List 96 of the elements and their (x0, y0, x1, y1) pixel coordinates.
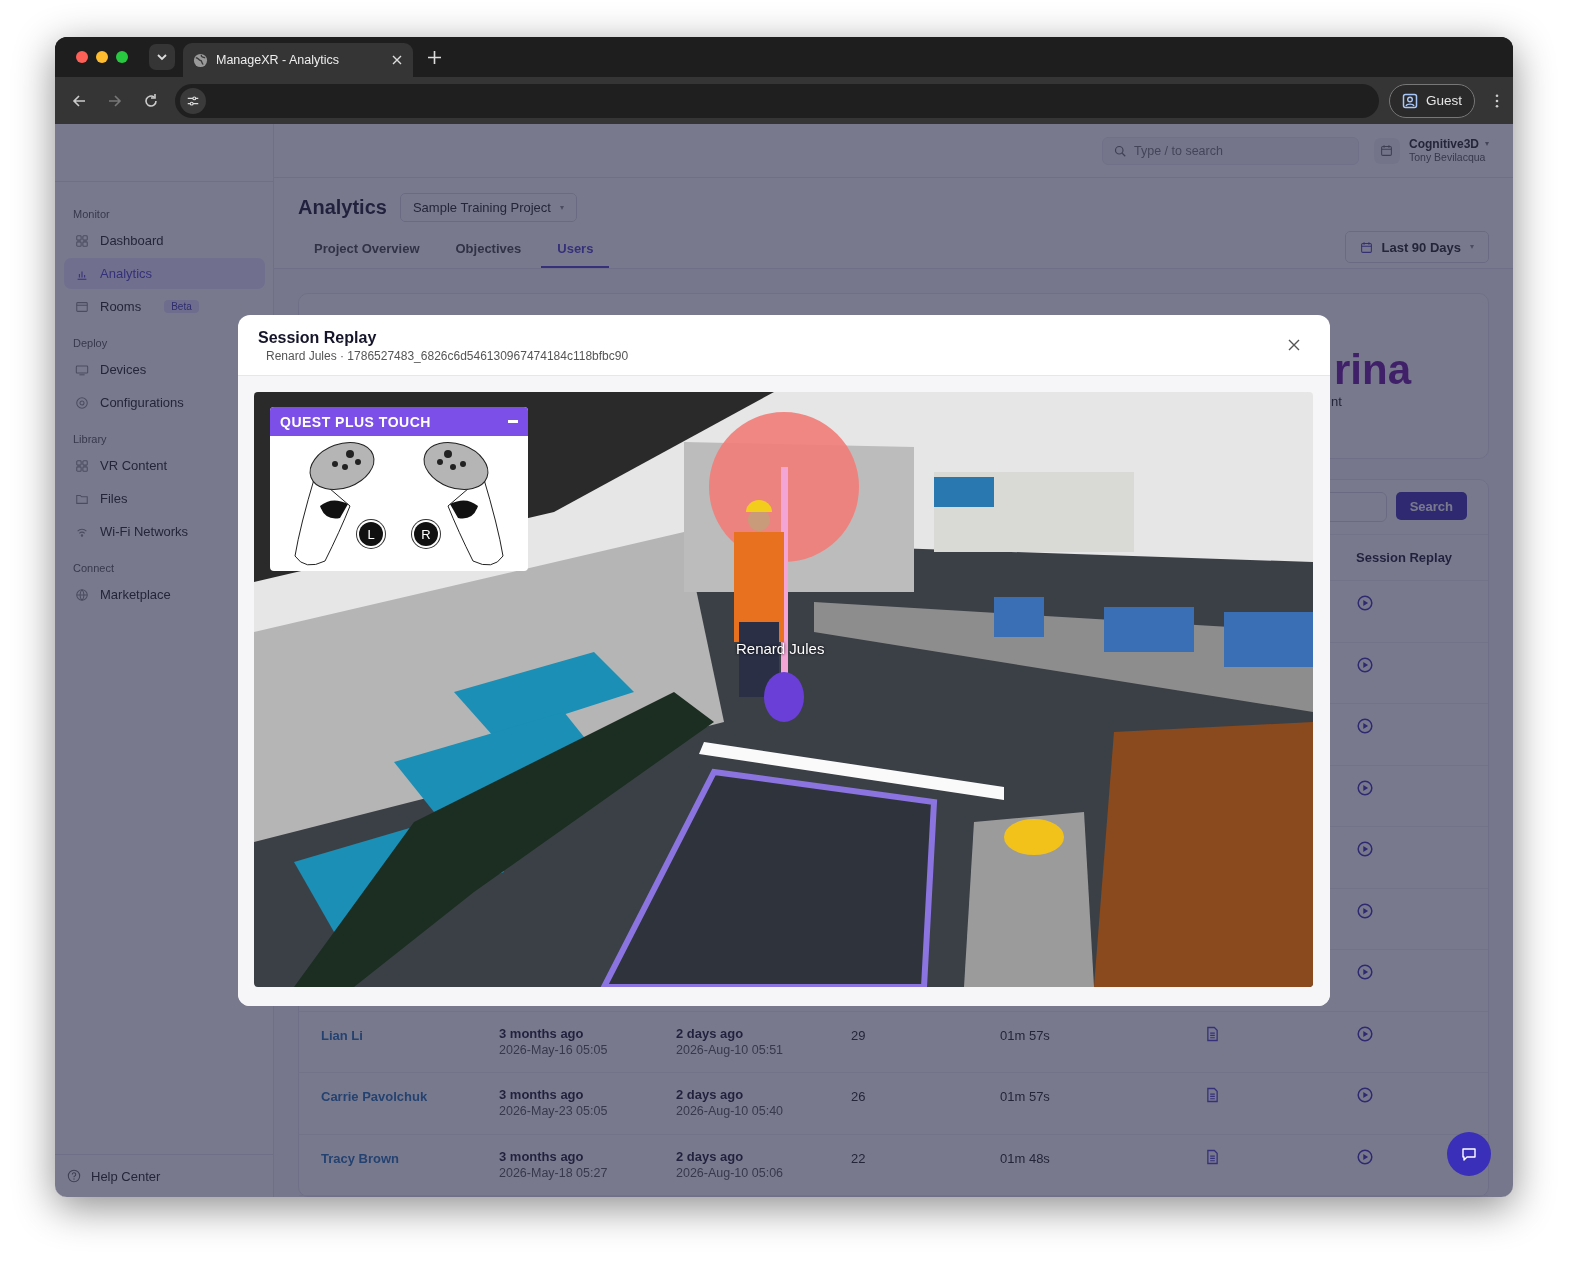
relative-time: 2 days ago (676, 1025, 745, 1041)
site-settings-icon[interactable] (180, 87, 206, 114)
play-icon[interactable] (1357, 779, 1373, 796)
organization-name[interactable]: Cognitive3D (1409, 137, 1479, 151)
relative-time: 3 months ago (499, 1087, 585, 1102)
play-icon[interactable] (1357, 1087, 1373, 1103)
panel-title: QUEST PLUS TOUCH (280, 413, 431, 430)
section-heading: Deploy (72, 337, 109, 351)
sidebar-item[interactable]: VR Content (64, 450, 265, 481)
globe-icon (193, 52, 208, 68)
left-hand-label: L (359, 522, 383, 546)
page-tab[interactable]: Objectives (439, 241, 538, 268)
sidebar-item[interactable]: Configurations (64, 387, 265, 418)
minimize-window-icon[interactable] (96, 51, 108, 63)
date-range-button[interactable]: Last 90 Days (1344, 231, 1489, 263)
search-button[interactable]: Search (1395, 492, 1467, 520)
section-heading: Library (72, 433, 108, 447)
project-dropdown[interactable]: Sample Training Project (399, 193, 577, 222)
sidebar-item[interactable]: Files (64, 483, 265, 514)
duration-text: 01m 48s (1000, 1150, 1050, 1166)
dialog-title: Session Replay (258, 329, 378, 347)
play-icon[interactable] (1357, 1148, 1373, 1165)
relative-time: 3 months ago (499, 1025, 585, 1041)
maximize-window-icon[interactable] (116, 51, 128, 63)
relative-time: 3 months ago (499, 1148, 585, 1164)
timestamp: 2026-May-18 05:27 (499, 1165, 609, 1180)
session-count: 22 (851, 1150, 866, 1166)
session-count: 26 (851, 1089, 866, 1104)
user-name-link[interactable]: Carrie Pavolchuk (321, 1089, 428, 1104)
timestamp: 2026-May-23 05:05 (499, 1104, 609, 1118)
tab-title: ManageXR - Analytics (216, 53, 340, 67)
back-icon[interactable] (71, 92, 87, 109)
person-icon (1401, 92, 1418, 109)
page-title: Analytics (298, 196, 387, 219)
more-icon[interactable] (1495, 93, 1499, 108)
browser-tab[interactable]: ManageXR - Analytics (183, 43, 413, 77)
chat-icon (1461, 1146, 1477, 1162)
tab-list-button[interactable] (149, 44, 175, 70)
caption-text: nt (1331, 394, 1343, 409)
profile-button[interactable]: Guest (1388, 83, 1475, 118)
play-icon[interactable] (1357, 964, 1373, 980)
right-hand-label: R (414, 522, 438, 546)
chevron-down-icon (156, 51, 168, 63)
duration-text: 01m 57s (1000, 1089, 1050, 1104)
heading-text: rina (1333, 346, 1413, 394)
close-tab-icon[interactable] (391, 54, 403, 66)
play-icon[interactable] (1357, 718, 1373, 734)
page-tab[interactable]: Project Overview (298, 241, 436, 268)
play-icon[interactable] (1357, 656, 1373, 673)
globe-icon (75, 587, 89, 602)
play-icon[interactable] (1357, 1025, 1373, 1042)
section-heading: Monitor (72, 208, 111, 222)
grid-icon (75, 233, 89, 248)
document-icon[interactable] (1206, 1148, 1219, 1165)
timestamp: 2026-Aug-10 05:06 (676, 1165, 785, 1180)
timestamp: 2026-Aug-10 05:51 (676, 1042, 785, 1057)
calendar-icon (1374, 137, 1400, 164)
forward-icon[interactable] (107, 92, 123, 109)
window-icon (75, 299, 89, 314)
reload-icon[interactable] (143, 92, 159, 109)
section-heading: Connect (72, 562, 115, 576)
close-icon[interactable] (1288, 339, 1300, 351)
document-icon[interactable] (1206, 1087, 1219, 1103)
sidebar-item[interactable]: Devices (64, 354, 265, 385)
calendar-icon (1359, 240, 1373, 254)
timestamp: 2026-May-16 05:05 (499, 1042, 609, 1057)
new-tab-icon[interactable] (428, 50, 441, 64)
relative-time: 2 days ago (676, 1087, 745, 1102)
relative-time: 2 days ago (676, 1148, 745, 1164)
search-icon (1114, 144, 1126, 157)
document-icon[interactable] (1206, 1025, 1219, 1042)
sidebar-item[interactable]: Marketplace (64, 579, 265, 610)
monitor-icon (75, 362, 89, 377)
caret-icon (1485, 142, 1489, 146)
user-name-link[interactable]: Lian Li (321, 1027, 363, 1043)
close-window-icon[interactable] (76, 51, 88, 63)
help-icon (67, 1169, 81, 1183)
play-icon[interactable] (1357, 841, 1373, 857)
play-icon[interactable] (1357, 595, 1373, 611)
sidebar-item[interactable]: Wi-Fi Networks (64, 516, 265, 547)
timestamp: 2026-Aug-10 05:40 (676, 1104, 785, 1118)
beta-tag: Beta (164, 300, 199, 313)
page-tab[interactable]: Users (541, 241, 610, 268)
user-name: Tony Bevilacqua (1409, 150, 1487, 164)
grid-icon (75, 458, 89, 473)
duration-text: 01m 57s (1000, 1027, 1050, 1043)
sidebar-item[interactable]: Rooms Beta (64, 291, 265, 322)
target-icon (75, 395, 89, 410)
sidebar-item[interactable]: Dashboard (64, 225, 265, 256)
session-count: 29 (851, 1027, 866, 1043)
sidebar-item[interactable]: Analytics (64, 258, 265, 289)
user-name-link[interactable]: Tracy Brown (321, 1150, 400, 1166)
column-header: Session Replay (1356, 550, 1454, 565)
play-icon[interactable] (1357, 902, 1373, 919)
dialog-subtitle: Renard Jules · 1786527483_6826c6d546130967474184c118bfbc90 (265, 349, 629, 363)
help-center-link[interactable]: Help Center (91, 1168, 161, 1184)
